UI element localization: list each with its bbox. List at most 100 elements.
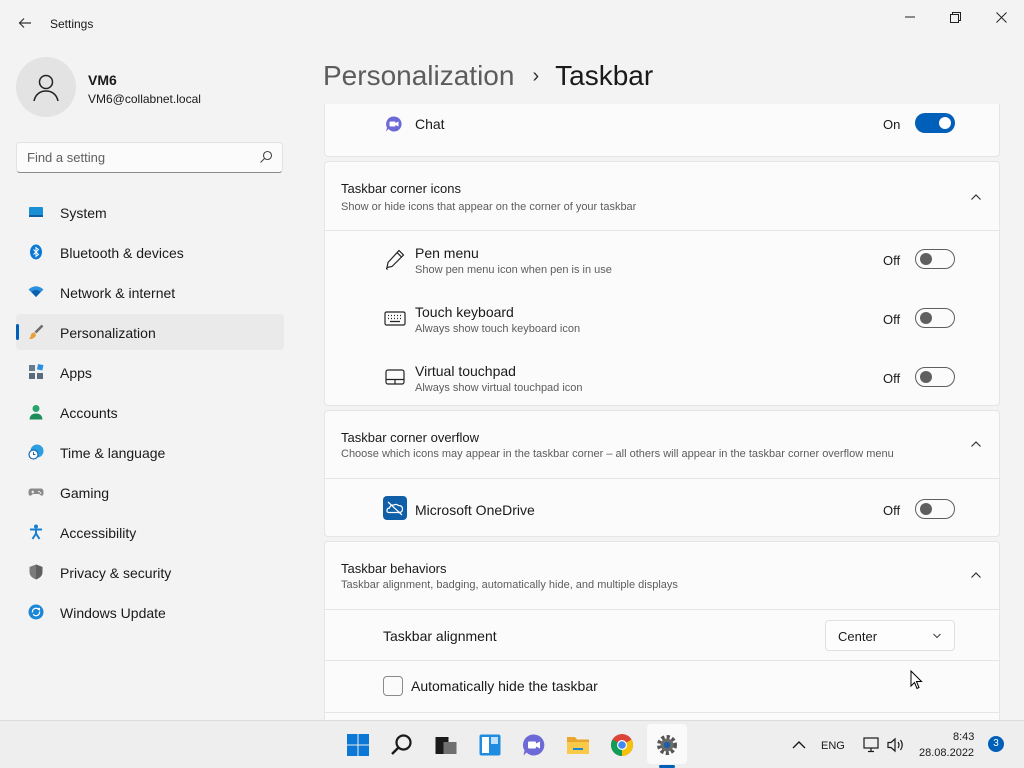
chat-label: Chat [415,116,445,132]
account-icon [29,405,43,420]
autohide-checkbox[interactable] [383,676,403,696]
toggle-knob [939,117,951,129]
sidebar-item-gaming[interactable]: Gaming [16,474,284,510]
minimize-icon [905,16,915,18]
behaviors-subtitle: Taskbar alignment, badging, automaticall… [341,579,678,591]
app-title: Settings [50,17,94,31]
chevron-up-icon[interactable] [969,568,983,582]
onedrive-title: Microsoft OneDrive [415,502,535,518]
settings-content: Chat On Taskbar corner icons Show or hid… [324,104,1000,720]
restore-button[interactable] [932,4,978,30]
touch-keyboard-title: Touch keyboard [415,304,514,320]
touch-keyboard-state: Off [883,312,901,327]
sidebar-item-network[interactable]: Network & internet [16,274,284,310]
file-explorer-icon[interactable] [566,733,590,757]
back-button[interactable] [12,10,38,36]
breadcrumb-separator: › [532,64,540,87]
onedrive-toggle[interactable] [915,499,955,519]
chevron-up-icon[interactable] [969,190,983,204]
sidebar-item-privacy[interactable]: Privacy & security [16,554,284,590]
sidebar-item-windows-update[interactable]: Windows Update [16,594,284,630]
user-email: VM6@collabnet.local [88,92,201,106]
volume-icon[interactable] [887,737,905,753]
person-icon [33,74,59,102]
sidebar-item-label: Privacy & security [60,565,172,581]
pen-menu-toggle[interactable] [915,249,955,269]
task-view-icon[interactable] [434,733,458,757]
start-icon[interactable] [346,733,370,757]
divider [325,660,1000,661]
sidebar-item-label: Personalization [60,325,156,341]
accessibility-icon [30,524,42,540]
chrome-icon[interactable] [610,733,634,757]
virtual-touchpad-state: Off [883,371,901,386]
toggle-knob [920,253,932,265]
clock-globe-icon [28,444,44,460]
search-icon[interactable] [390,733,414,757]
corner-overflow-title: Taskbar corner overflow [341,430,479,445]
touchpad-icon [385,369,405,385]
system-icon [29,207,43,217]
toggle-knob [920,503,932,515]
brush-icon [29,324,44,340]
onedrive-state: Off [883,503,901,518]
settings-gear-icon[interactable] [655,733,679,757]
chat-icon[interactable] [522,733,546,757]
avatar[interactable] [16,57,76,117]
toggle-knob [920,371,932,383]
divider [325,609,1000,610]
virtual-touchpad-title: Virtual touchpad [415,363,516,379]
chevron-up-icon[interactable] [969,437,983,451]
virtual-touchpad-toggle[interactable] [915,367,955,387]
sidebar-item-bluetooth[interactable]: Bluetooth & devices [16,234,284,270]
shield-icon [29,564,43,580]
taskbar-alignment-dropdown[interactable]: Center [825,620,955,651]
chevron-up-icon[interactable] [791,738,807,752]
breadcrumb-parent[interactable]: Personalization [323,60,514,92]
virtual-touchpad-subtitle: Always show virtual touchpad icon [415,382,583,394]
sidebar-item-label: Accounts [60,405,118,421]
sidebar-item-personalization[interactable]: Personalization [16,314,284,350]
bluetooth-icon [30,244,42,260]
title-bar: Settings [0,0,1024,48]
chat-state: On [883,117,901,132]
sidebar-item-system[interactable]: System [16,194,284,230]
close-button[interactable] [978,4,1024,30]
page-title: Taskbar [555,60,654,91]
keyboard-icon [384,311,406,326]
autohide-label[interactable]: Automatically hide the taskbar [411,678,598,694]
divider [325,230,1000,231]
touch-keyboard-subtitle: Always show touch keyboard icon [415,323,581,335]
divider [325,712,1000,713]
widgets-icon[interactable] [478,733,502,757]
apps-icon [29,364,44,379]
divider [325,478,1000,479]
taskbar-alignment-value: Center [838,629,878,644]
search-box[interactable] [16,142,283,173]
clock-date[interactable]: 28.08.2022 [919,747,974,759]
notification-badge[interactable]: 3 [988,736,1004,752]
sidebar-item-label: Apps [60,365,92,381]
sidebar-item-accessibility[interactable]: Accessibility [16,514,284,550]
sidebar-item-accounts[interactable]: Accounts [16,394,284,430]
minimize-button[interactable] [887,4,933,30]
network-icon[interactable] [863,737,881,753]
update-icon [28,604,44,620]
breadcrumb: Personalization › Taskbar [323,58,653,94]
sidebar-item-label: System [60,205,107,221]
search-icon[interactable] [258,149,274,165]
gamepad-icon [28,488,44,496]
corner-overflow-subtitle: Choose which icons may appear in the tas… [341,448,894,460]
search-input[interactable] [17,143,255,172]
chat-toggle[interactable] [915,113,955,133]
touch-keyboard-toggle[interactable] [915,308,955,328]
chat-card: Chat On [324,104,1000,157]
language-indicator[interactable]: ENG [821,740,845,752]
sidebar-item-label: Windows Update [60,605,166,621]
sidebar-item-apps[interactable]: Apps [16,354,284,390]
sidebar-item-label: Gaming [60,485,110,501]
mouse-cursor-icon [910,670,923,690]
clock-time[interactable]: 8:43 [953,731,974,743]
sidebar-item-time-language[interactable]: Time & language [16,434,284,470]
pen-menu-subtitle: Show pen menu icon when pen is in use [415,264,612,276]
